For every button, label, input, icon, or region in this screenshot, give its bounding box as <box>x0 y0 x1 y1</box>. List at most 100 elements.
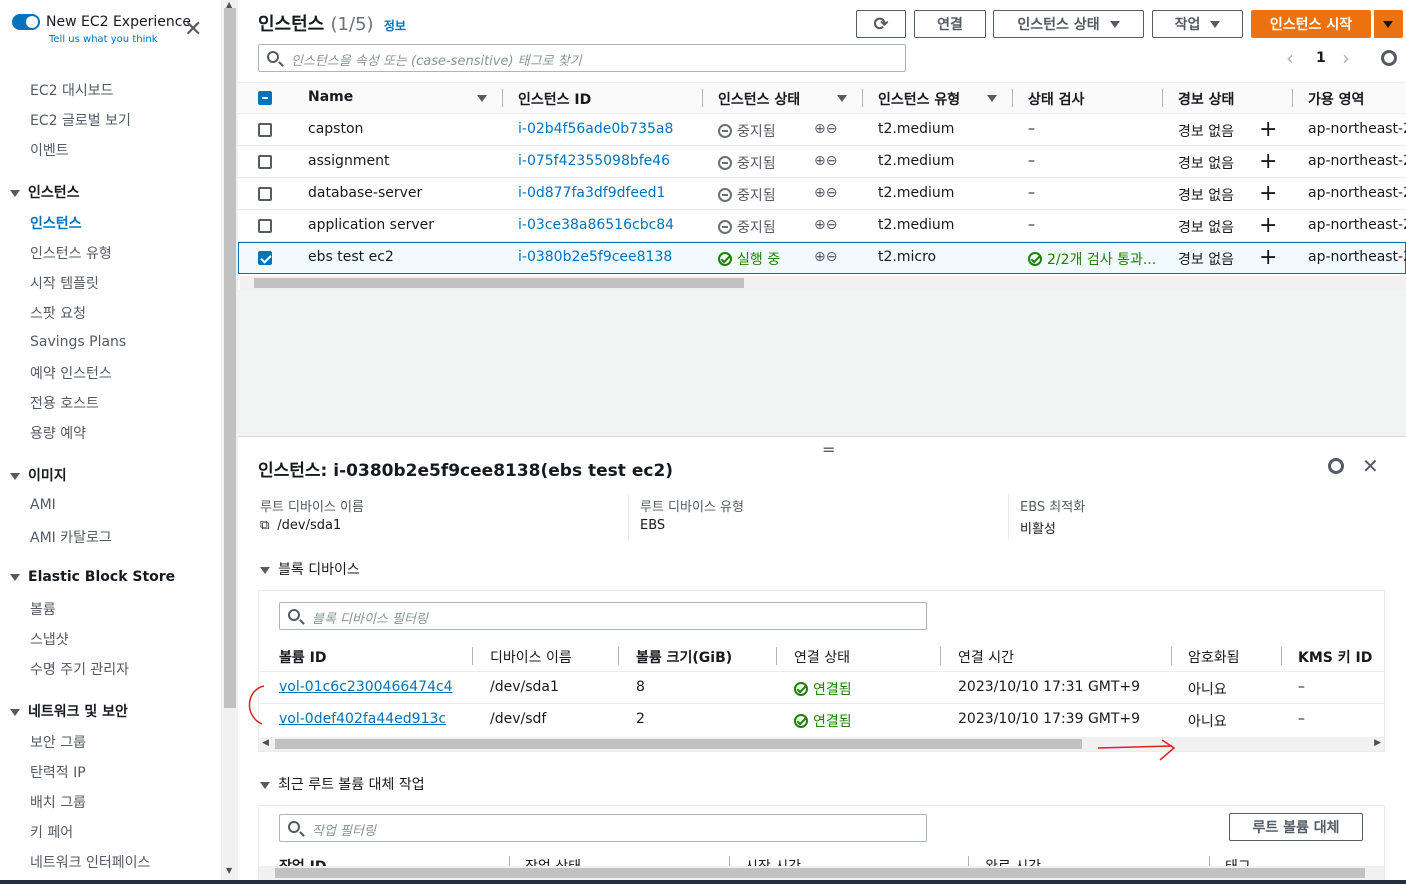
scrollbar-thumb[interactable] <box>254 278 744 288</box>
scroll-up-icon[interactable]: ▲ <box>226 0 232 9</box>
sidebar-item-spot-requests[interactable]: 스팟 요청 <box>30 303 86 323</box>
sidebar-item-instances[interactable]: 인스턴스 <box>30 213 82 233</box>
sidebar-item-ami-catalog[interactable]: AMI 카탈로그 <box>30 527 112 547</box>
block-table-scrollbar[interactable]: ◀ ▶ <box>259 737 1384 751</box>
sidebar-item-events[interactable]: 이벤트 <box>30 140 69 160</box>
sort-caret-icon[interactable] <box>477 95 487 102</box>
sidebar-section-ebs[interactable]: Elastic Block Store <box>10 569 175 585</box>
zoom-icon[interactable]: ⊕⊖ <box>814 217 837 233</box>
close-icon[interactable]: ✕ <box>1362 454 1379 478</box>
column-divider[interactable] <box>1281 647 1282 665</box>
root-replace-section[interactable]: 최근 루트 볼륨 대체 작업 <box>260 774 425 794</box>
replace-root-volume-button[interactable]: 루트 볼륨 대체 <box>1229 813 1363 841</box>
column-header-encrypted[interactable]: 암호화됨 <box>1188 647 1240 667</box>
instance-id-link[interactable]: i-075f42355098bfe46 <box>518 153 670 169</box>
column-divider[interactable] <box>502 89 503 107</box>
select-all-checkbox[interactable] <box>258 91 272 105</box>
column-divider[interactable] <box>776 647 777 665</box>
scrollbar-thumb[interactable] <box>224 8 236 708</box>
sort-caret-icon[interactable] <box>837 95 847 102</box>
instance-id-link[interactable]: i-0d877fa3df9dfeed1 <box>518 185 665 201</box>
instance-state-button[interactable]: 인스턴스 상태 <box>993 10 1144 38</box>
sidebar-item-security-groups[interactable]: 보안 그룹 <box>30 732 86 752</box>
sort-caret-icon[interactable] <box>987 95 997 102</box>
column-divider[interactable] <box>729 856 730 866</box>
column-header-size[interactable]: 볼륨 크기(GiB) <box>636 647 732 667</box>
actions-button[interactable]: 작업 <box>1152 10 1243 38</box>
column-header-status-check[interactable]: 상태 검사 <box>1028 89 1084 109</box>
block-device-filter-input[interactable]: 블록 디바이스 필터링 <box>279 602 927 630</box>
column-header-start-time[interactable]: 시작 시간 <box>745 856 801 866</box>
refresh-button[interactable]: ⟳ <box>856 10 906 38</box>
column-divider[interactable] <box>702 89 703 107</box>
zoom-icon[interactable]: ⊕⊖ <box>814 249 837 265</box>
scroll-left-icon[interactable]: ◀ <box>262 738 269 748</box>
add-alarm-icon[interactable]: + <box>1259 119 1277 141</box>
settings-gear-icon[interactable] <box>1381 50 1397 66</box>
instance-id-link[interactable]: i-0380b2e5f9cee8138 <box>518 249 672 265</box>
block-devices-section[interactable]: 블록 디바이스 <box>260 559 360 579</box>
row-checkbox[interactable] <box>258 187 272 201</box>
column-header-attach-status[interactable]: 연결 상태 <box>794 647 850 667</box>
split-divider[interactable] <box>238 436 1406 437</box>
sidebar-scrollbar[interactable]: ▲ ▼ <box>222 0 238 884</box>
detail-settings-gear-icon[interactable] <box>1328 458 1344 474</box>
column-header-state[interactable]: 인스턴스 상태 <box>718 89 800 109</box>
column-header-az[interactable]: 가용 영역 <box>1308 89 1364 109</box>
sidebar-item-launch-templates[interactable]: 시작 템플릿 <box>30 273 99 293</box>
add-alarm-icon[interactable]: + <box>1259 215 1277 237</box>
column-header-volume-id[interactable]: 볼륨 ID <box>279 647 326 667</box>
column-divider[interactable] <box>1171 647 1172 665</box>
add-alarm-icon[interactable]: + <box>1259 183 1277 205</box>
page-number[interactable]: 1 <box>1316 50 1326 66</box>
sidebar-item-lifecycle[interactable]: 수명 주기 관리자 <box>30 659 129 679</box>
scrollbar-thumb[interactable] <box>275 868 1365 878</box>
info-link[interactable]: 정보 <box>384 19 406 33</box>
scroll-right-icon[interactable]: ▶ <box>1374 738 1381 748</box>
column-header-end-time[interactable]: 완료 시간 <box>985 856 1041 866</box>
scrollbar-thumb[interactable] <box>275 739 1082 749</box>
sidebar-item-placement-groups[interactable]: 배치 그룹 <box>30 792 86 812</box>
volume-id-link[interactable]: vol-0def402fa44ed913c <box>279 711 446 727</box>
row-checkbox[interactable] <box>258 155 272 169</box>
sidebar-item-global-view[interactable]: EC2 글로벌 보기 <box>30 110 131 130</box>
sidebar-section-images[interactable]: 이미지 <box>10 465 67 485</box>
volume-id-link[interactable]: vol-01c6c2300466474c4 <box>279 679 453 695</box>
task-table-scrollbar[interactable] <box>259 866 1384 880</box>
sidebar-item-reserved[interactable]: 예약 인스턴스 <box>30 363 112 383</box>
launch-instance-button[interactable]: 인스턴스 시작 <box>1251 10 1371 38</box>
sidebar-item-volumes[interactable]: 볼륨 <box>30 599 56 619</box>
column-header-kms[interactable]: KMS 키 ID <box>1298 647 1372 667</box>
column-header-task-id[interactable]: 작업 ID <box>279 856 326 866</box>
sidebar-section-network[interactable]: 네트워크 및 보안 <box>10 701 128 721</box>
zoom-icon[interactable]: ⊕⊖ <box>814 121 837 137</box>
task-filter-input[interactable]: 작업 필터링 <box>279 814 927 842</box>
column-header-name[interactable]: Name <box>308 89 353 105</box>
prev-page-icon[interactable]: ‹ <box>1286 46 1294 70</box>
row-checkbox[interactable] <box>258 251 272 265</box>
column-divider[interactable] <box>940 647 941 665</box>
feedback-link[interactable]: Tell us what you think <box>49 34 158 45</box>
column-divider[interactable] <box>1292 89 1293 107</box>
new-experience-toggle[interactable] <box>12 14 40 30</box>
sidebar-item-elastic-ip[interactable]: 탄력적 IP <box>30 762 86 782</box>
add-alarm-icon[interactable]: + <box>1259 151 1277 173</box>
column-header-attach-time[interactable]: 연결 시간 <box>958 647 1014 667</box>
instance-search-input[interactable]: 인스턴스을 속성 또는 (case-sensitive) 태그로 찾기 <box>258 44 906 72</box>
instance-id-link[interactable]: i-03ce38a86516cbc84 <box>518 217 674 233</box>
sidebar-section-instances[interactable]: 인스턴스 <box>10 182 80 202</box>
row-checkbox[interactable] <box>258 123 272 137</box>
column-divider[interactable] <box>968 856 969 866</box>
instance-id-link[interactable]: i-02b4f56ade0b735a8 <box>518 121 673 137</box>
column-header-alarm[interactable]: 경보 상태 <box>1178 89 1234 109</box>
column-header-task-status[interactable]: 작업 상태 <box>525 856 581 866</box>
column-divider[interactable] <box>1209 856 1210 866</box>
column-header-device[interactable]: 디바이스 이름 <box>490 647 572 667</box>
scroll-down-icon[interactable]: ▼ <box>226 866 232 875</box>
column-divider[interactable] <box>472 647 473 665</box>
sidebar-item-network-interfaces[interactable]: 네트워크 인터페이스 <box>30 852 150 872</box>
sidebar-item-savings-plans[interactable]: Savings Plans <box>30 334 126 350</box>
copy-icon[interactable]: ⧉ <box>260 518 269 533</box>
row-checkbox[interactable] <box>258 219 272 233</box>
column-divider[interactable] <box>509 856 510 866</box>
